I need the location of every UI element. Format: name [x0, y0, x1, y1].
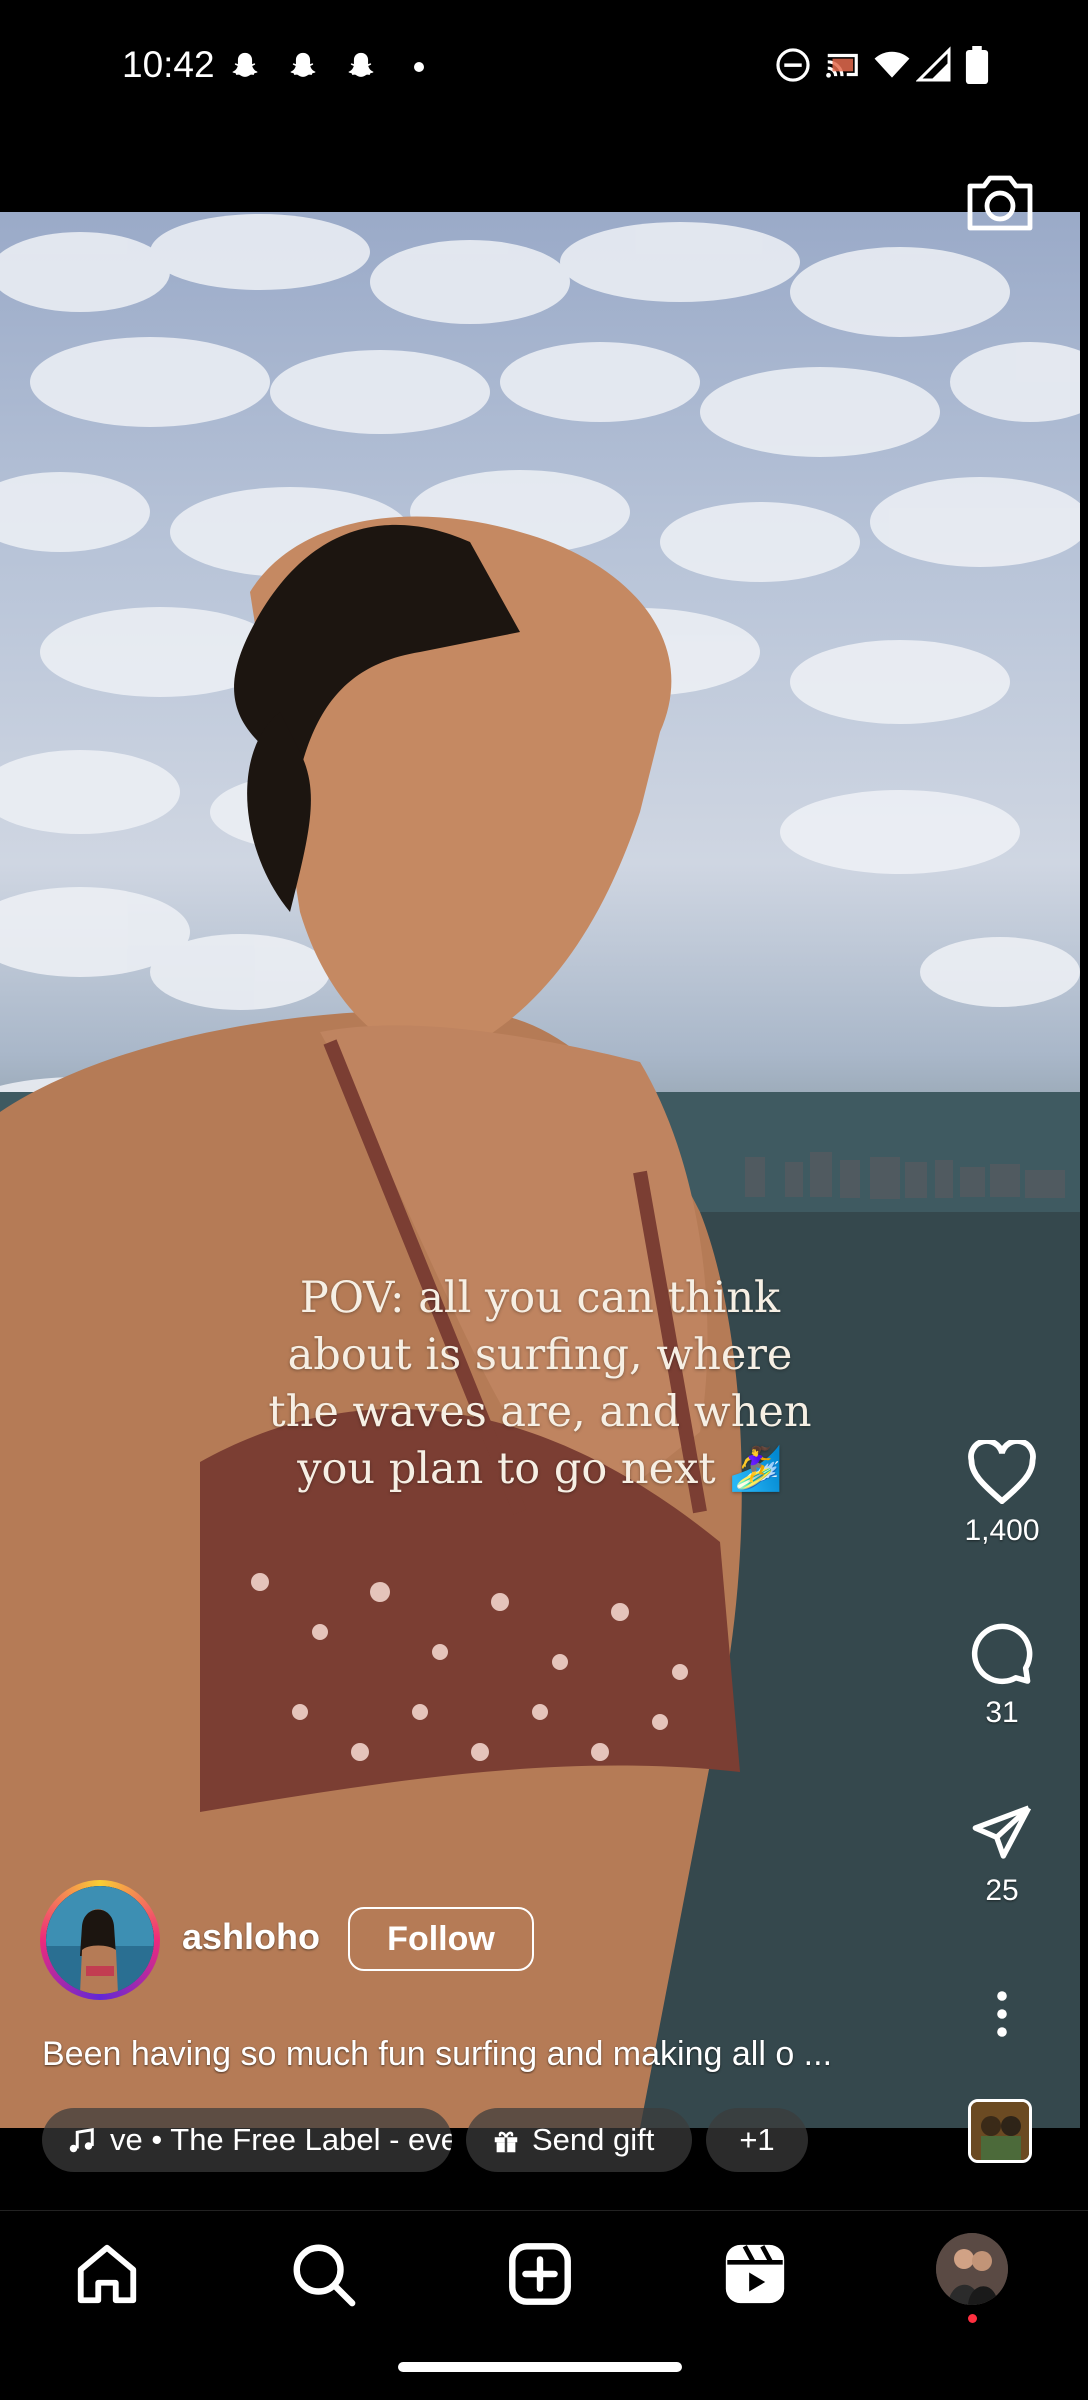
share-count: 25: [985, 1874, 1019, 1907]
more-chip-label: +1: [739, 2122, 775, 2157]
follow-button[interactable]: Follow: [348, 1907, 534, 1971]
profile-avatar[interactable]: [936, 2233, 1008, 2305]
comment-icon[interactable]: [967, 1620, 1037, 1686]
send-gift-chip[interactable]: Send gift: [466, 2108, 692, 2172]
music-chip[interactable]: ve • The Free Label - eve: [42, 2108, 452, 2172]
reels-icon[interactable]: [720, 2239, 790, 2309]
surfer-person: [0, 516, 742, 2128]
camera-icon[interactable]: [964, 170, 1036, 234]
snapchat-icon: [348, 52, 374, 77]
more-options[interactable]: [950, 1990, 1054, 2038]
profile-notification-dot: [968, 2314, 977, 2323]
notification-dot-icon: [414, 62, 424, 72]
music-note-icon: [69, 2127, 94, 2153]
share-action[interactable]: 25: [950, 1800, 1054, 1908]
home-icon[interactable]: [72, 2239, 142, 2309]
home-indicator[interactable]: [398, 2362, 682, 2372]
send-gift-label: Send gift: [532, 2122, 655, 2157]
reel-caption[interactable]: Been having so much fun surfing and maki…: [42, 2035, 922, 2074]
more-vertical-icon[interactable]: [992, 1990, 1012, 2038]
battery-icon: [965, 46, 989, 84]
comment-count: 31: [985, 1696, 1019, 1729]
signal-icon: [916, 46, 951, 82]
like-count: 1,400: [964, 1514, 1040, 1547]
chips-row: ve • The Free Label - eve Send gift +1: [42, 2108, 1042, 2172]
cast-icon: [826, 53, 858, 78]
music-chip-label: ve • The Free Label - eve: [110, 2122, 452, 2157]
bottom-navigation: [0, 2210, 1088, 2341]
gift-icon: [494, 2131, 518, 2153]
status-time: 10:42: [122, 44, 215, 85]
send-icon[interactable]: [969, 1800, 1035, 1864]
wifi-icon: [874, 51, 910, 78]
comment-action[interactable]: 31: [950, 1620, 1054, 1730]
heart-icon[interactable]: [967, 1440, 1037, 1504]
author-avatar[interactable]: [40, 1880, 160, 2000]
avatar-photo: [46, 1886, 154, 1994]
reel-video[interactable]: [0, 212, 1080, 2128]
author-username[interactable]: ashloho: [182, 1916, 320, 1958]
like-action[interactable]: 1,400: [950, 1440, 1054, 1548]
music-thumbnail[interactable]: [968, 2099, 1032, 2163]
search-icon[interactable]: [288, 2239, 358, 2309]
do-not-disturb-icon: [776, 48, 810, 82]
snapchat-icon: [232, 52, 258, 77]
status-bar: 10:42: [0, 0, 1088, 135]
more-chip[interactable]: +1: [706, 2108, 808, 2172]
create-icon[interactable]: [505, 2239, 575, 2309]
profile-photo: [936, 2233, 1008, 2305]
reel-overlay-text: POV: all you can think about is surfing,…: [268, 1273, 812, 1494]
author-row: ashloho Follow: [40, 1880, 940, 2002]
snapchat-icon: [290, 52, 316, 77]
album-art: [971, 2102, 1029, 2160]
